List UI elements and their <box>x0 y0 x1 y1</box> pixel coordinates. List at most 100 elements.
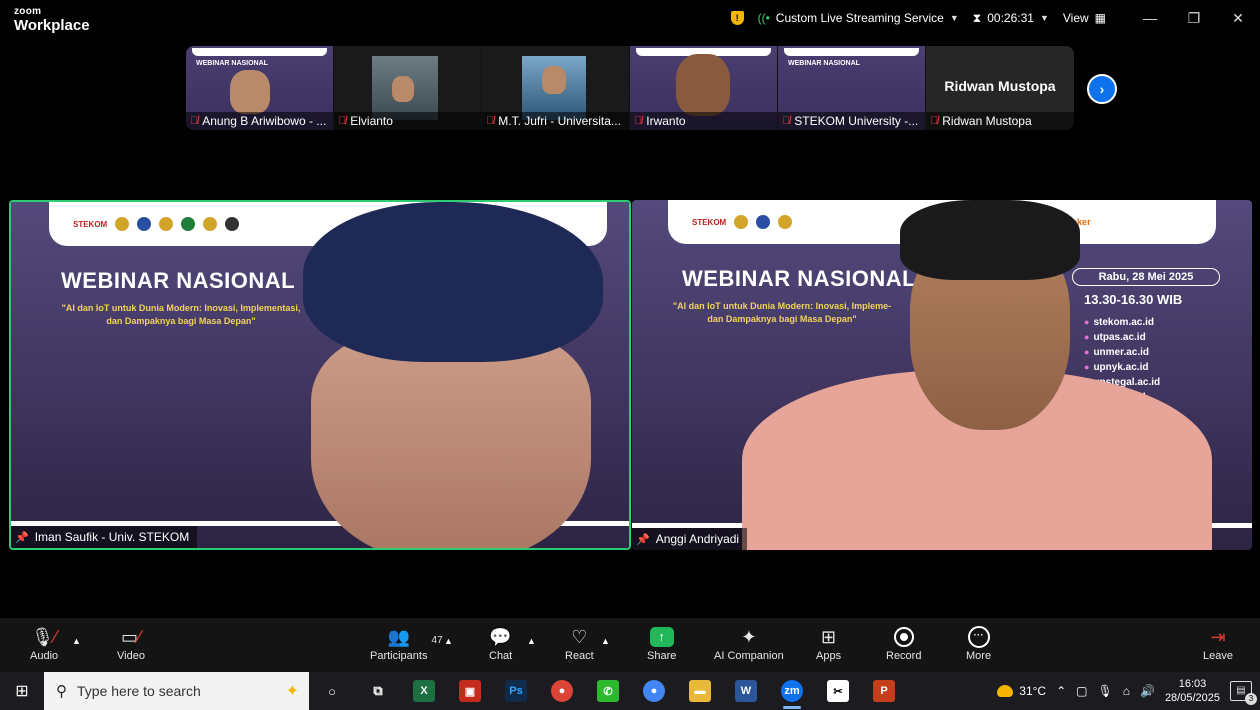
site-item: stekom.ac.id <box>1084 315 1160 330</box>
mic-muted-icon: 🎙̸ <box>190 115 199 127</box>
thumbnail-participant[interactable]: 🎙̸ M.T. Jufri - Universita... <box>482 46 630 130</box>
more-label: More <box>966 650 992 662</box>
chrome-app[interactable]: ● <box>539 672 585 710</box>
notification-center-button[interactable]: ▤ 3 <box>1230 681 1257 705</box>
thumbnail-name-tag: 🎙̸ STEKOM University -... <box>778 112 925 130</box>
view-menu[interactable]: View ▦ <box>1063 11 1106 25</box>
chat-options-caret[interactable]: ▲ <box>527 636 536 646</box>
slide-subtitle-line2: dan Dampaknya bagi Masa Depan" <box>707 314 857 324</box>
minimize-button[interactable]: — <box>1128 0 1172 36</box>
phone-icon: ✆ <box>597 680 619 702</box>
speaker-hair <box>303 202 603 362</box>
close-button[interactable]: ✕ <box>1216 0 1260 36</box>
video-button[interactable]: ▭⁄ Video <box>117 624 145 662</box>
video-tile-participant[interactable]: STEKOM TopLoker WEBINAR NASIONAL "AI dan… <box>632 200 1252 550</box>
record-icon <box>893 627 914 647</box>
slide-time: 13.30-16.30 WIB <box>1084 292 1183 307</box>
system-tray: 31°C ⌃ ▢ 🎙 ⌂ 🔊 16:03 28/05/2025 ▤ 3 <box>997 672 1260 710</box>
slide-date: Rabu, 28 Mei 2025 <box>1072 268 1220 286</box>
snipping-app[interactable]: ▣ <box>447 672 493 710</box>
windows-taskbar: ⊞ ⚲ Type here to search ✦ ○ ⧉ X ▣ Ps ● ✆… <box>0 672 1260 710</box>
mic-muted-icon: 🎙̸ <box>634 115 643 127</box>
partner-logo <box>181 217 196 231</box>
speaker-volume-icon[interactable]: 🔊 <box>1140 684 1155 698</box>
snipping-tool-icon: ▣ <box>459 680 481 702</box>
audio-button[interactable]: 🎙⁄ Audio <box>30 624 58 662</box>
clock-time: 16:03 <box>1178 678 1207 690</box>
participant-name: Anung B Ariwibowo - ... <box>202 114 327 128</box>
thumbnail-participant[interactable]: WEBINAR NASIONAL 🎙̸ Anung B Ariwibowo - … <box>186 46 334 130</box>
thumbnail-participant[interactable]: 🎙̸ Irwanto <box>630 46 778 130</box>
video-label: Video <box>117 650 145 662</box>
excel-icon: X <box>413 680 435 702</box>
security-indicator[interactable]: ! <box>730 11 744 25</box>
taskbar-search[interactable]: ⚲ Type here to search ✦ <box>44 672 309 710</box>
cortana-button[interactable]: ○ <box>309 672 355 710</box>
chat-button[interactable]: 💬 Chat <box>489 624 512 662</box>
react-options-caret[interactable]: ▲ <box>601 636 610 646</box>
tray-chevron-up-icon[interactable]: ⌃ <box>1056 684 1066 698</box>
slide-banner <box>192 48 327 56</box>
maximize-button[interactable]: ❐ <box>1172 0 1216 36</box>
live-streaming-menu[interactable]: ((• Custom Live Streaming Service ▼ <box>758 11 959 25</box>
participants-options-caret[interactable]: ▲ <box>444 636 453 646</box>
chat-icon: 💬 <box>489 627 512 647</box>
ai-companion-button[interactable]: ✦ AI Companion <box>714 624 784 662</box>
next-page-button[interactable]: › <box>1087 74 1117 104</box>
more-button[interactable]: ··· More <box>966 624 991 662</box>
partner-logo <box>159 217 174 231</box>
participants-button[interactable]: 👥 47 Participants <box>370 624 443 662</box>
more-icon: ··· <box>967 626 990 648</box>
mic-muted-icon: 🎙̸ <box>782 115 791 127</box>
thumbnail-participant[interactable]: Ridwan Mustopa 🎙̸ Ridwan Mustopa <box>926 46 1074 130</box>
slide-title-mini: WEBINAR NASIONAL <box>788 60 860 67</box>
participant-name: Ridwan Mustopa <box>942 114 1032 128</box>
site-item: upnyk.ac.id <box>1084 360 1160 375</box>
record-button[interactable]: Record <box>886 624 921 662</box>
zoom-app[interactable]: zm <box>769 672 815 710</box>
chevron-down-icon: ▼ <box>1039 13 1049 23</box>
meet-now-icon[interactable]: ▢ <box>1076 684 1087 698</box>
microphone-icon[interactable]: 🎙 <box>1098 684 1113 698</box>
share-button[interactable]: ↑ Share <box>647 624 676 662</box>
photoshop-app[interactable]: Ps <box>493 672 539 710</box>
chrome-profile-icon: ● <box>643 680 665 702</box>
apps-button[interactable]: ⊞ Apps <box>816 624 841 662</box>
word-app[interactable]: W <box>723 672 769 710</box>
slide-title: WEBINAR NASIONAL <box>61 268 296 293</box>
start-button[interactable]: ⊞ <box>0 672 44 710</box>
capcut-app[interactable]: ✂ <box>815 672 861 710</box>
video-off-icon: ▭⁄ <box>120 627 141 647</box>
phone-app[interactable]: ✆ <box>585 672 631 710</box>
participant-hair <box>900 200 1080 280</box>
taskbar-clock[interactable]: 16:03 28/05/2025 <box>1165 677 1220 705</box>
thumbnail-name-tag: 🎙̸ Ridwan Mustopa <box>926 112 1074 130</box>
notification-count: 3 <box>1245 693 1257 705</box>
weather-widget[interactable]: 31°C <box>997 684 1046 698</box>
leave-button[interactable]: ⇥ Leave <box>1203 624 1233 662</box>
react-button[interactable]: ♡ React <box>565 624 594 662</box>
thumbnail-name-tag: 🎙̸ M.T. Jufri - Universita... <box>482 112 629 130</box>
file-explorer-app[interactable]: ▬ <box>677 672 723 710</box>
minimize-icon: — <box>1143 10 1157 26</box>
network-icon[interactable]: ⌂ <box>1123 684 1130 698</box>
participant-name: Elvianto <box>350 114 393 128</box>
participant-face <box>230 70 270 114</box>
excel-app[interactable]: X <box>401 672 447 710</box>
logo-workplace-text: Workplace <box>14 17 90 34</box>
chevron-right-icon: › <box>1099 81 1105 97</box>
meeting-timer[interactable]: ⧗ 00:26:31 ▼ <box>973 11 1049 26</box>
chrome-profile-app[interactable]: ● <box>631 672 677 710</box>
video-tile-active-speaker[interactable]: STEKOM WEBINAR NASIONAL "AI dan IoT untu… <box>9 200 631 550</box>
share-screen-icon: ↑ <box>649 627 674 647</box>
audio-options-caret[interactable]: ▲ <box>72 636 81 646</box>
slide-subtitle: "AI dan IoT untuk Dunia Modern: Inovasi,… <box>41 302 321 328</box>
powerpoint-app[interactable]: P <box>861 672 907 710</box>
folder-icon: ▬ <box>689 680 711 702</box>
thumbnail-participant[interactable]: WEBINAR NASIONAL 🎙̸ STEKOM University -.… <box>778 46 926 130</box>
task-view-button[interactable]: ⧉ <box>355 672 401 710</box>
mic-muted-icon: 🎙⁄ <box>31 627 57 647</box>
title-bar: zoom Workplace ! ((• Custom Live Streami… <box>0 0 1260 40</box>
thumbnail-participant[interactable]: 🎙̸ Elvianto <box>334 46 482 130</box>
stekom-logo: STEKOM <box>73 219 108 229</box>
